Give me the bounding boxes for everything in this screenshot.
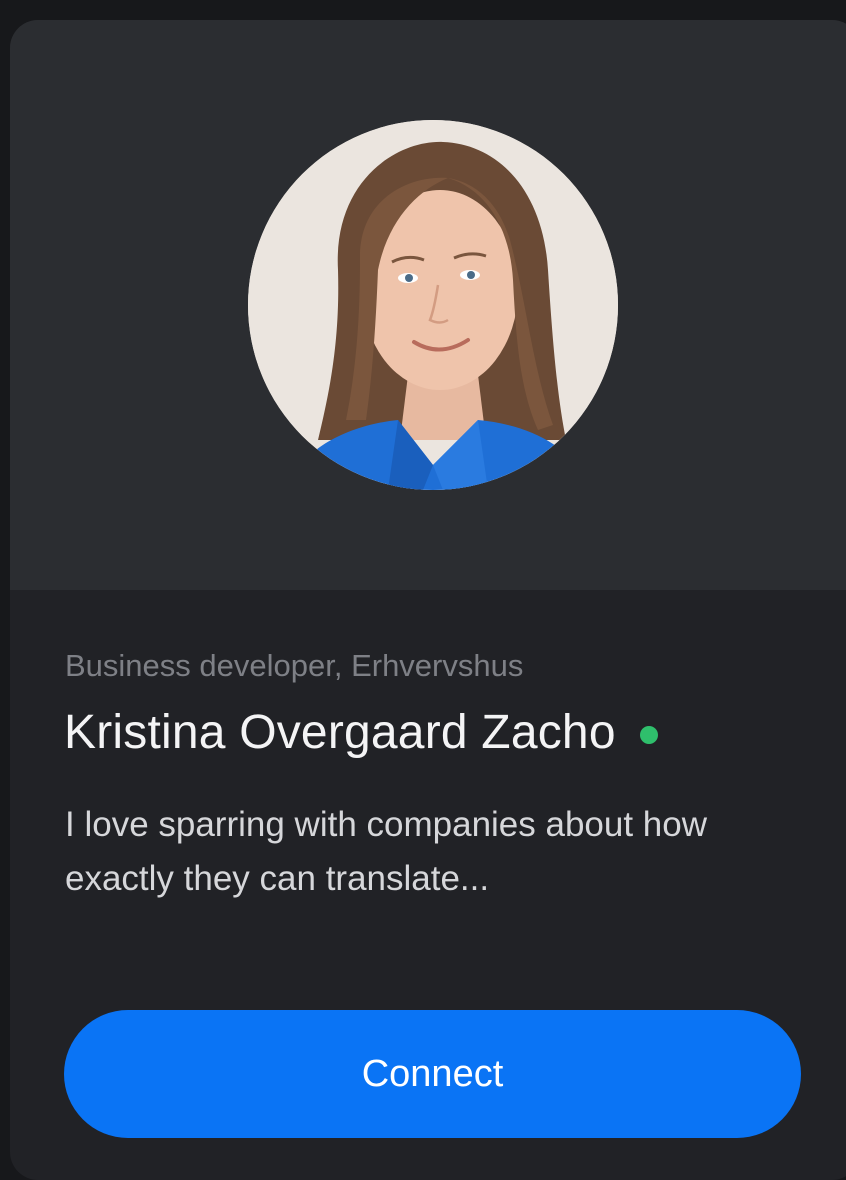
- profile-role: Business developer, Erhvervshus: [65, 648, 524, 683]
- connect-button[interactable]: Connect: [64, 1010, 801, 1138]
- profile-card: Business developer, Erhvervshus Kristina…: [10, 20, 846, 1180]
- online-status-icon: [639, 725, 658, 744]
- profile-name: Kristina Overgaard Zacho: [64, 706, 616, 759]
- profile-name-row: Kristina Overgaard Zacho: [64, 705, 658, 760]
- avatar: [248, 120, 618, 490]
- profile-card-body: Business developer, Erhvervshus Kristina…: [10, 590, 846, 1180]
- avatar-portrait: [248, 120, 618, 490]
- profile-card-header: [10, 20, 846, 590]
- profile-bio: I love sparring with companies about how…: [65, 805, 708, 898]
